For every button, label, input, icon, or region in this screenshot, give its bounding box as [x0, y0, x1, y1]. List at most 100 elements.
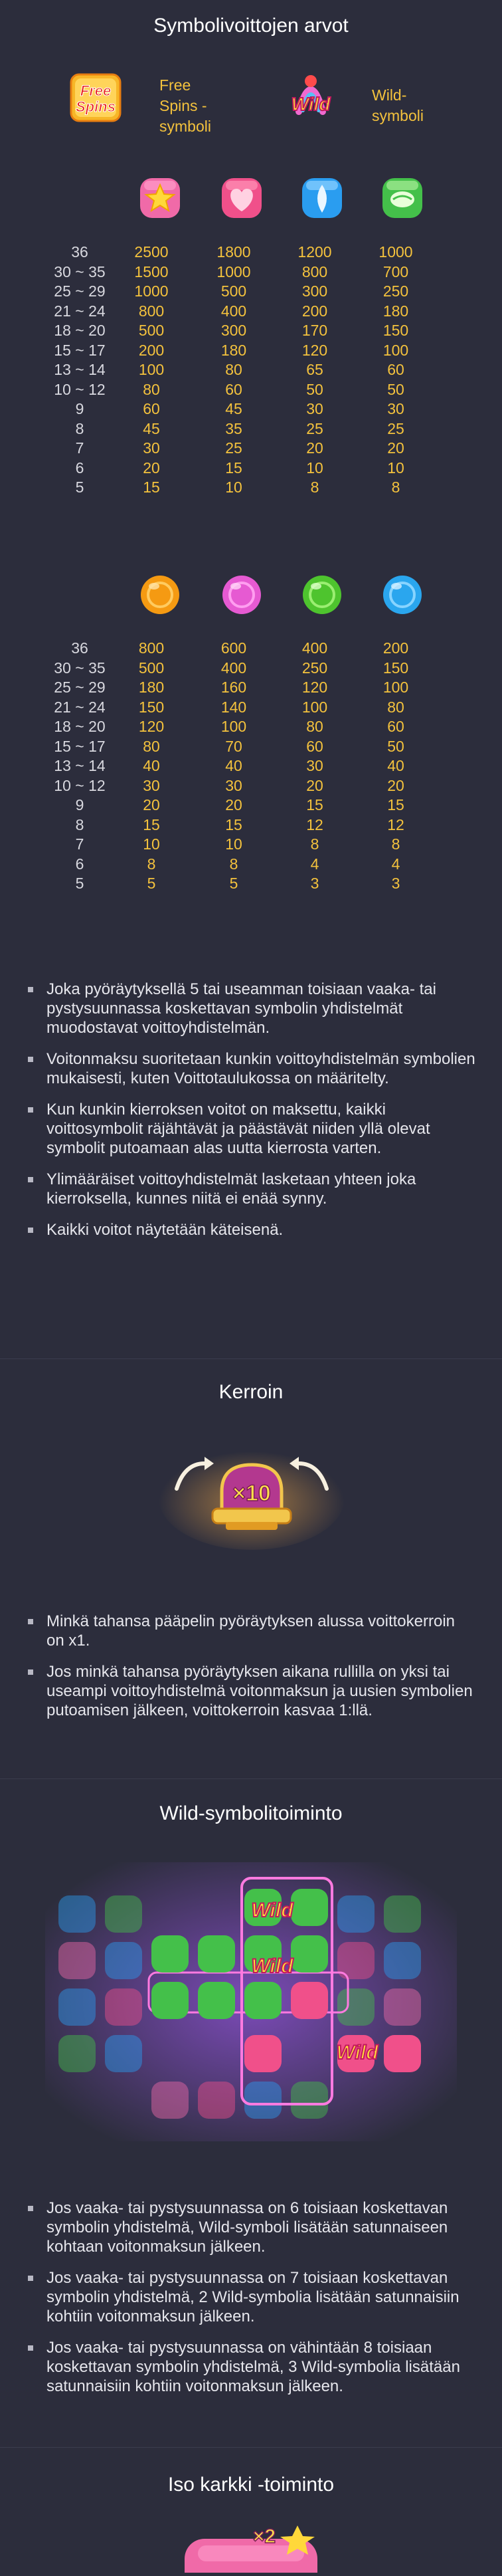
wild-grid-logo-text: Wild [336, 2042, 378, 2064]
multiplier-badge-icon: ×10 [158, 1437, 345, 1550]
paytable-row: 15 ~ 17 80 70 60 50 [0, 738, 502, 757]
rule-item: Kaikki voitot näytetään käteisenä. [0, 1220, 502, 1239]
section-title-big-candy: Iso karkki -toiminto [167, 2474, 335, 2496]
big-candy-feature-image: ×2 [165, 2519, 337, 2576]
free-spins-symbol-icon: Free Spins [68, 72, 123, 124]
rule-item: Minkä tahansa pääpelin pyöräytyksen alus… [0, 1612, 502, 1650]
rule-item: Jos vaaka- tai pystysuunnassa on vähintä… [0, 2338, 502, 2396]
section-title-symbol-values: Symbolivoittojen arvot [153, 15, 349, 37]
paytable-row: 18 ~ 20 120 100 80 60 [0, 718, 502, 737]
payout-value: 50 [387, 737, 404, 755]
payout-value: 8 [391, 479, 400, 496]
paytable-row: 25 ~ 29 180 160 120 100 [0, 679, 502, 698]
paytable-row: 55533 [0, 875, 502, 894]
payout-value: 30 [387, 400, 404, 417]
free-spins-logo-line2: Spins [76, 98, 116, 115]
payout-value: 100 [382, 341, 409, 359]
payout-value: 12 [387, 815, 404, 833]
paytable-row: 5 15 10 8 8 [0, 479, 502, 498]
paytable-row: 21 ~ 24 800 400 200 180 [0, 302, 502, 322]
payout-value: 80 [387, 698, 404, 716]
paytable-row: 36 800 600 400 200 [0, 639, 502, 659]
payout-value: 15 [387, 796, 404, 813]
payout-value: 8 [391, 835, 400, 853]
payout-value: 10 [387, 459, 404, 477]
multiplier-rules-list: Minkä tahansa pääpelin pyöräytyksen alus… [0, 1612, 502, 1732]
rule-item: Kun kunkin kierroksen voitot on maksettu… [0, 1100, 502, 1158]
paytable-row: 10 ~ 12 30 30 20 20 [0, 777, 502, 796]
payout-value: 200 [382, 639, 409, 657]
payout-value: 700 [382, 263, 409, 280]
payout-value: 20 [387, 439, 404, 457]
wild-label-line: Wild- [372, 86, 407, 104]
green-ball-candy-icon [300, 573, 344, 617]
paytable-row: 10 ~ 12 80 60 50 50 [0, 381, 502, 400]
wild-logo-text: Wild [292, 94, 331, 114]
rule-item: Ylimääräiset voittoyhdistelmät lasketaan… [0, 1170, 502, 1208]
big-candy-badge-text: ×2 [253, 2525, 276, 2547]
pink-heart-candy-icon [218, 174, 266, 222]
payout-value: 50 [387, 380, 404, 398]
payout-value: 1000 [378, 243, 413, 261]
paytable-row: 30 ~ 35 1500 1000 800 700 [0, 263, 502, 282]
section-divider [0, 1778, 502, 1779]
wild-grid-logo-text: Wild [251, 1899, 293, 1921]
payout-value: 40 [387, 757, 404, 774]
payout-value: 3 [391, 875, 400, 892]
paytable-row: 9 20 20 15 15 [0, 796, 502, 815]
blue-wrapped-candy-icon [298, 174, 346, 222]
paytable-row: 8 45 35 25 25 [0, 420, 502, 439]
payout-value: 60 [387, 718, 404, 735]
paytable-row: 25 ~ 29 1000 500 300 250 [0, 282, 502, 302]
blue-ball-candy-icon [380, 573, 424, 617]
rule-item: Jos vaaka- tai pystysuunnassa on 6 toisi… [0, 2199, 502, 2256]
pink-ball-candy-icon [220, 573, 264, 617]
paytable-row: 13 ~ 14 100 80 65 60 [0, 361, 502, 380]
rule-item: Joka pyöräytyksellä 5 tai useamman toisi… [0, 980, 502, 1037]
wild-symbol-icon: Wild [279, 72, 343, 128]
rule-item: Voitonmaksu suoritetaan kunkin voittoyhd… [0, 1049, 502, 1088]
paytable-row: 30 ~ 35 500 400 250 150 [0, 659, 502, 679]
paytable-row: 68844 [0, 855, 502, 875]
yellow-star-candy-icon [136, 174, 184, 222]
payout-value: 60 [387, 361, 404, 378]
wild-rules-list: Jos vaaka- tai pystysuunnassa on 6 toisi… [0, 2199, 502, 2408]
section-divider [0, 2447, 502, 2448]
free-spins-label-line: Spins - [159, 97, 207, 114]
section-title-multiplier: Kerroin [218, 1381, 284, 1403]
payout-value: 4 [391, 855, 400, 873]
wild-grid-logo-text: Wild [251, 1955, 293, 1977]
wild-feature-reel-grid-image: Wild Wild Wild [45, 1862, 457, 2141]
paytable-row: 13 ~ 14 40 40 30 40 [0, 757, 502, 776]
free-spins-symbol-label: Free Spins - symboli [159, 75, 211, 137]
paytable-row: 15 ~ 17 200 180 120 100 [0, 342, 502, 361]
paytable-row: 8 15 15 12 12 [0, 816, 502, 835]
paytable-row: 9 60 45 30 30 [0, 400, 502, 419]
free-spins-logo-line1: Free [80, 82, 111, 99]
rule-item: Jos vaaka- tai pystysuunnassa on 7 toisi… [0, 2268, 502, 2326]
payout-value: 150 [382, 322, 409, 339]
section-divider [0, 1358, 502, 1359]
green-swirl-candy-icon [378, 174, 426, 222]
paytable-rules-list: Joka pyöräytyksellä 5 tai useamman toisi… [0, 980, 502, 1251]
payout-value: 180 [382, 302, 409, 320]
paytable-row: 7 10 10 8 8 [0, 835, 502, 855]
orange-ball-candy-icon [138, 573, 182, 617]
payout-value: 250 [382, 282, 409, 300]
free-spins-label-line: symboli [159, 118, 211, 135]
paytable-row: 18 ~ 20 500 300 170 150 [0, 322, 502, 341]
free-spins-label-line: Free [159, 76, 191, 94]
paytable-row: 6 20 15 10 10 [0, 459, 502, 479]
paytable-row: 7 30 25 20 20 [0, 439, 502, 459]
paytable-row: 36 2500 1800 1200 1000 [0, 243, 502, 263]
paytable-row: 21 ~ 24 150 140 100 80 [0, 698, 502, 718]
wild-symbol-label: Wild- symboli [372, 85, 424, 126]
rule-item: Jos minkä tahansa pyöräytyksen aikana ru… [0, 1662, 502, 1720]
payout-value: 100 [382, 679, 409, 696]
payout-value: 150 [382, 659, 409, 677]
section-title-wild-feature: Wild-symbolitoiminto [159, 1802, 343, 1824]
payout-value: 25 [387, 419, 404, 437]
wild-label-line: symboli [372, 107, 424, 124]
multiplier-badge-text: ×10 [232, 1481, 271, 1506]
payout-value: 20 [387, 776, 404, 794]
